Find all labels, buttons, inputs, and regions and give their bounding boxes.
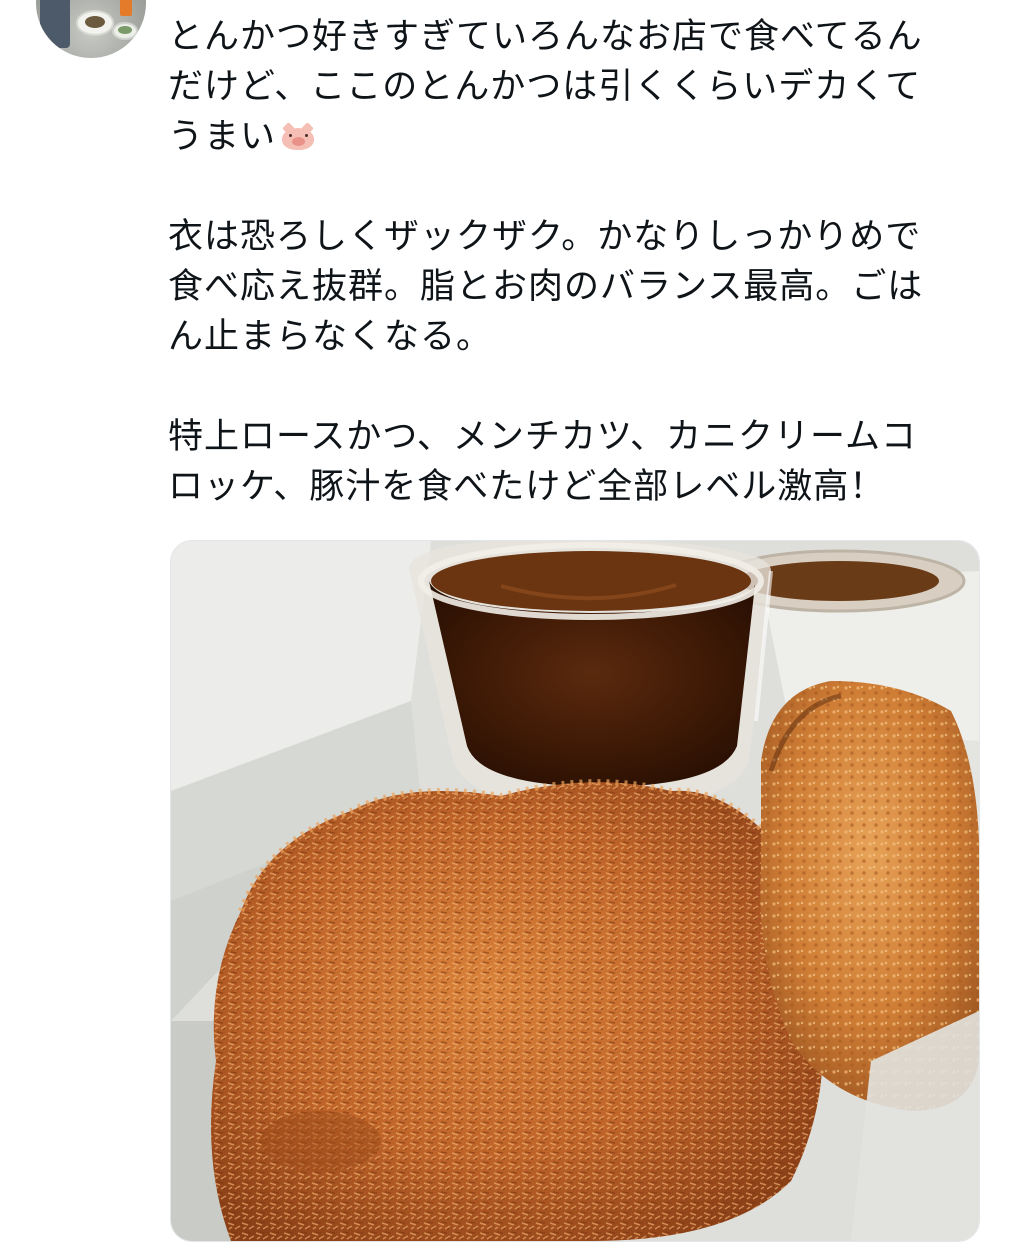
avatar-side-dish-shape <box>112 22 138 40</box>
avatar-person-shape <box>40 0 70 48</box>
avatar-bowl-shape <box>76 10 114 36</box>
pig-face-icon <box>278 122 318 152</box>
tweet-line: ロッケ、豚汁を食べたけど全部レベル激高！ <box>168 467 886 507</box>
tweet-line: うまい <box>168 112 968 162</box>
tweet-line-text: うまい <box>168 117 277 157</box>
tweet-line: 特上ロースかつ、メンチカツ、カニクリームコ <box>168 417 918 457</box>
avatar-cup-shape <box>120 0 132 16</box>
tweet-line: とんかつ好きすぎていろんなお店で食べてるん <box>168 17 923 57</box>
tweet-line: ん止まらなくなる。 <box>168 317 493 357</box>
tweet-line: だけど、ここのとんかつは引くくらいデカくて <box>168 67 922 107</box>
avatar[interactable] <box>36 0 146 58</box>
tonkatsu-photo-illustration <box>171 541 979 1241</box>
tweet-line: 衣は恐ろしくザックザク。かなりしっかりめで <box>168 217 922 257</box>
tweet-photo[interactable] <box>170 540 980 1242</box>
tweet-line: 食べ応え抜群。脂とお肉のバランス最高。ごは <box>168 267 924 307</box>
tweet-text: とんかつ好きすぎていろんなお店で食べてるん だけど、ここのとんかつは引くくらいデ… <box>168 12 968 512</box>
